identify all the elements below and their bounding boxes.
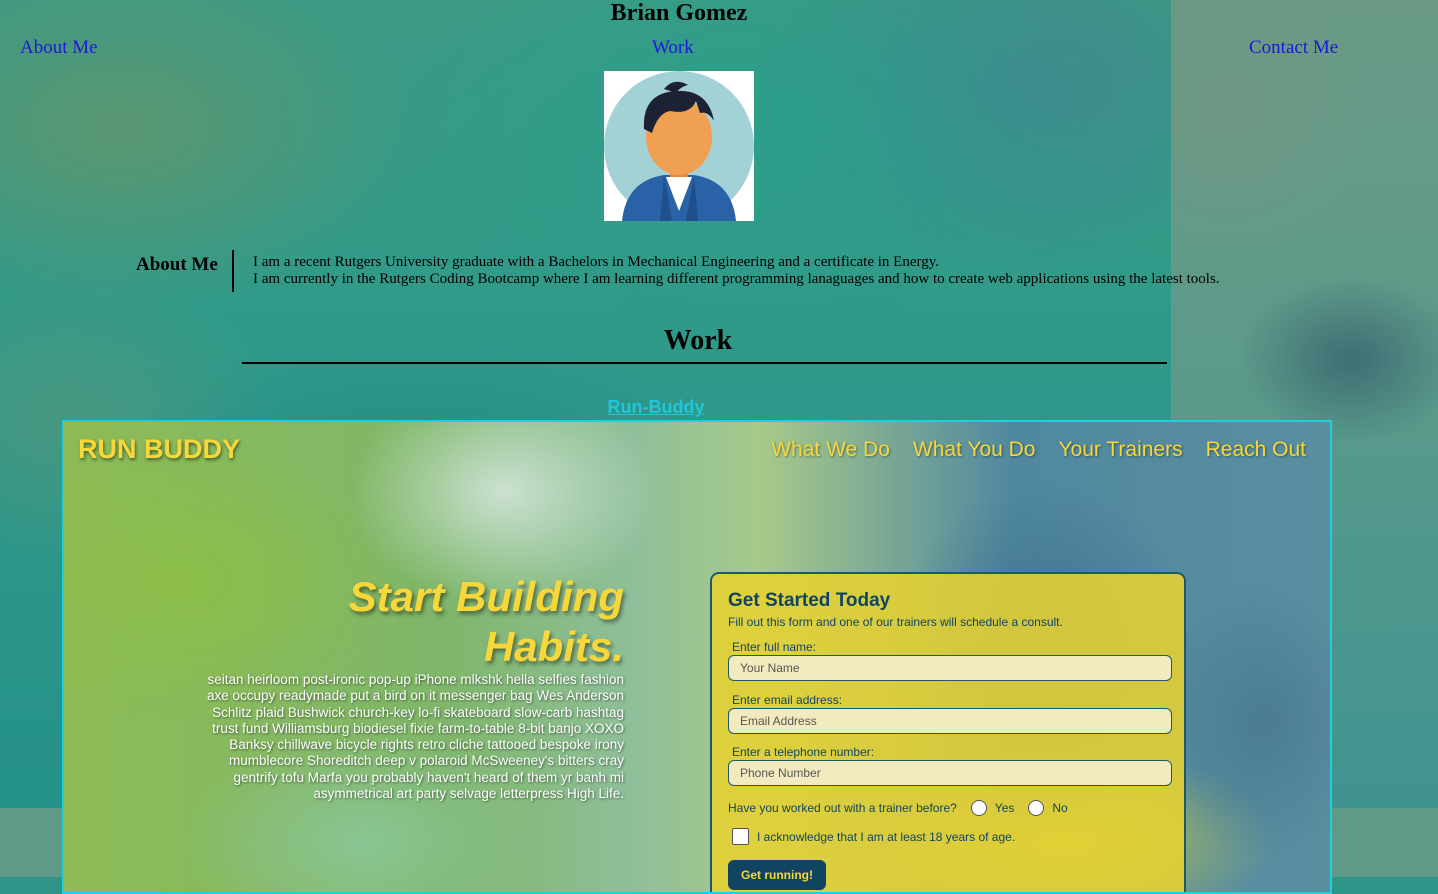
run-buddy-nav-item[interactable]: What You Do xyxy=(913,438,1036,462)
phone-label: Enter a telephone number: xyxy=(732,745,875,759)
run-buddy-signup-form: Get Started Today Fill out this form and… xyxy=(710,572,1186,892)
hero-title-line-2: Habits. xyxy=(483,623,624,670)
email-input[interactable] xyxy=(728,708,1172,734)
run-buddy-hero-text: seitan heirloom post-ironic pop-up iPhon… xyxy=(207,672,624,802)
nav-link-work[interactable]: Work xyxy=(652,37,694,59)
about-heading: About Me xyxy=(136,254,218,275)
site-title: Brian Gomez xyxy=(610,0,748,26)
nav-link-about[interactable]: About Me xyxy=(20,37,98,59)
avatar xyxy=(604,71,754,221)
avatar-illustration-icon xyxy=(604,71,754,221)
get-running-button[interactable]: Get running! xyxy=(728,860,826,890)
name-input[interactable] xyxy=(728,655,1172,681)
run-buddy-nav: What We Do What You Do Your Trainers Rea… xyxy=(771,438,1306,462)
run-buddy-logo: RUN BUDDY xyxy=(78,434,240,464)
trainer-question-label: Have you worked out with a trainer befor… xyxy=(728,801,957,815)
radio-no[interactable] xyxy=(1028,800,1045,816)
age-checkbox[interactable] xyxy=(732,828,749,845)
radio-yes-label: Yes xyxy=(994,801,1015,815)
age-checkbox-label: I acknowledge that I am at least 18 year… xyxy=(757,829,1016,844)
work-heading: Work xyxy=(663,325,733,356)
run-buddy-preview[interactable]: RUN BUDDY What We Do What You Do Your Tr… xyxy=(62,420,1332,894)
run-buddy-nav-item[interactable]: Reach Out xyxy=(1206,438,1306,462)
work-divider xyxy=(242,362,1167,364)
form-title: Get Started Today xyxy=(728,590,891,611)
trainer-question: Have you worked out with a trainer befor… xyxy=(728,800,1068,816)
run-buddy-nav-item[interactable]: Your Trainers xyxy=(1058,438,1182,462)
about-section: About Me I am a recent Rutgers Universit… xyxy=(136,250,1286,292)
hero-title-line-1: Start Building xyxy=(348,573,624,620)
about-line-2: I am currently in the Rutgers Coding Boo… xyxy=(253,271,1220,287)
radio-yes[interactable] xyxy=(970,800,987,816)
radio-no-label: No xyxy=(1052,801,1068,815)
about-divider xyxy=(232,250,234,292)
about-line-1: I am a recent Rutgers University graduat… xyxy=(253,254,939,270)
about-text: I am a recent Rutgers University graduat… xyxy=(253,254,1220,288)
name-label: Enter full name: xyxy=(732,640,817,654)
form-subtitle: Fill out this form and one of our traine… xyxy=(728,615,1063,629)
email-label: Enter email address: xyxy=(732,693,843,707)
age-acknowledgement: I acknowledge that I am at least 18 year… xyxy=(732,828,1015,845)
phone-input[interactable] xyxy=(728,760,1172,786)
run-buddy-hero-title: Start Building Habits. xyxy=(224,572,624,672)
project-link-run-buddy[interactable]: Run-Buddy xyxy=(0,397,1312,418)
nav-link-contact[interactable]: Contact Me xyxy=(1249,37,1338,59)
run-buddy-nav-item[interactable]: What We Do xyxy=(771,438,890,462)
